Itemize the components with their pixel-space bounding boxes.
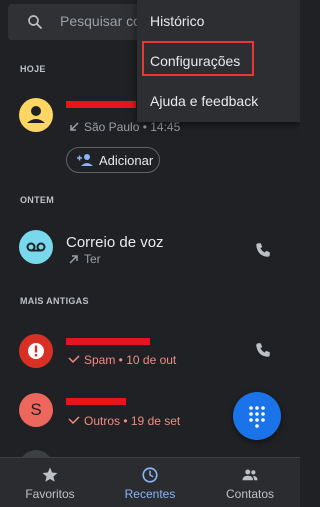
call-meta: Ter — [68, 252, 101, 266]
missed-call-icon — [70, 122, 79, 131]
nav-label: Recentes — [124, 487, 176, 501]
phone-icon[interactable] — [254, 341, 272, 359]
redacted-name-bar — [66, 101, 136, 108]
search-placeholder[interactable]: Pesquisar co — [60, 13, 140, 29]
missed-call-icon — [68, 416, 80, 425]
add-contact-button[interactable]: Adicionar — [66, 147, 160, 173]
section-header-yesterday: ONTEM — [20, 195, 54, 205]
search-icon — [28, 15, 42, 29]
phone-icon[interactable] — [254, 241, 272, 259]
people-icon — [242, 469, 258, 481]
star-icon — [42, 467, 58, 482]
menu-item-history[interactable]: Histórico — [150, 13, 204, 29]
outgoing-call-icon — [69, 255, 78, 264]
nav-label: Contatos — [225, 487, 275, 501]
voicemail-icon — [26, 242, 46, 252]
nav-label: Favoritos — [25, 487, 75, 501]
call-meta-text: Outros • 19 de set — [84, 414, 181, 428]
dialpad-icon — [249, 406, 265, 428]
menu-item-help-feedback[interactable]: Ajuda e feedback — [150, 93, 258, 109]
dialpad-button[interactable] — [233, 392, 281, 440]
avatar — [19, 230, 53, 264]
nav-recents[interactable]: Recentes — [100, 458, 200, 507]
person-icon — [27, 106, 45, 123]
settings-highlight-box — [142, 41, 254, 76]
spam-alert-icon — [28, 343, 44, 359]
redacted-name-bar — [66, 398, 126, 405]
call-meta-text: Ter — [84, 252, 101, 266]
avatar — [19, 334, 53, 368]
call-meta-text: Spam • 10 de out — [84, 353, 177, 367]
bottom-navigation: Favoritos Recentes Contatos — [0, 457, 300, 507]
nav-contacts[interactable]: Contatos — [200, 458, 300, 507]
clock-icon — [142, 467, 158, 483]
add-contact-label: Adicionar — [99, 152, 154, 168]
section-header-older: MAIS ANTIGAS — [20, 296, 89, 306]
contact-name: Correio de voz — [66, 234, 164, 251]
section-header-today: HOJE — [20, 64, 46, 74]
call-meta: Spam • 10 de out — [68, 353, 176, 367]
add-person-icon — [77, 154, 93, 166]
nav-favorites[interactable]: Favoritos — [0, 458, 100, 507]
call-meta: Outros • 19 de set — [68, 414, 180, 428]
call-meta-text: São Paulo • 14:45 — [84, 120, 181, 134]
avatar — [19, 98, 53, 132]
missed-call-icon — [68, 355, 80, 364]
redacted-name-bar — [66, 338, 150, 345]
avatar: S — [19, 393, 53, 427]
call-meta: São Paulo • 14:45 — [68, 120, 180, 134]
phone-app-screen: Pesquisar co HOJE São Paulo • 14:45 Adic… — [0, 0, 300, 507]
